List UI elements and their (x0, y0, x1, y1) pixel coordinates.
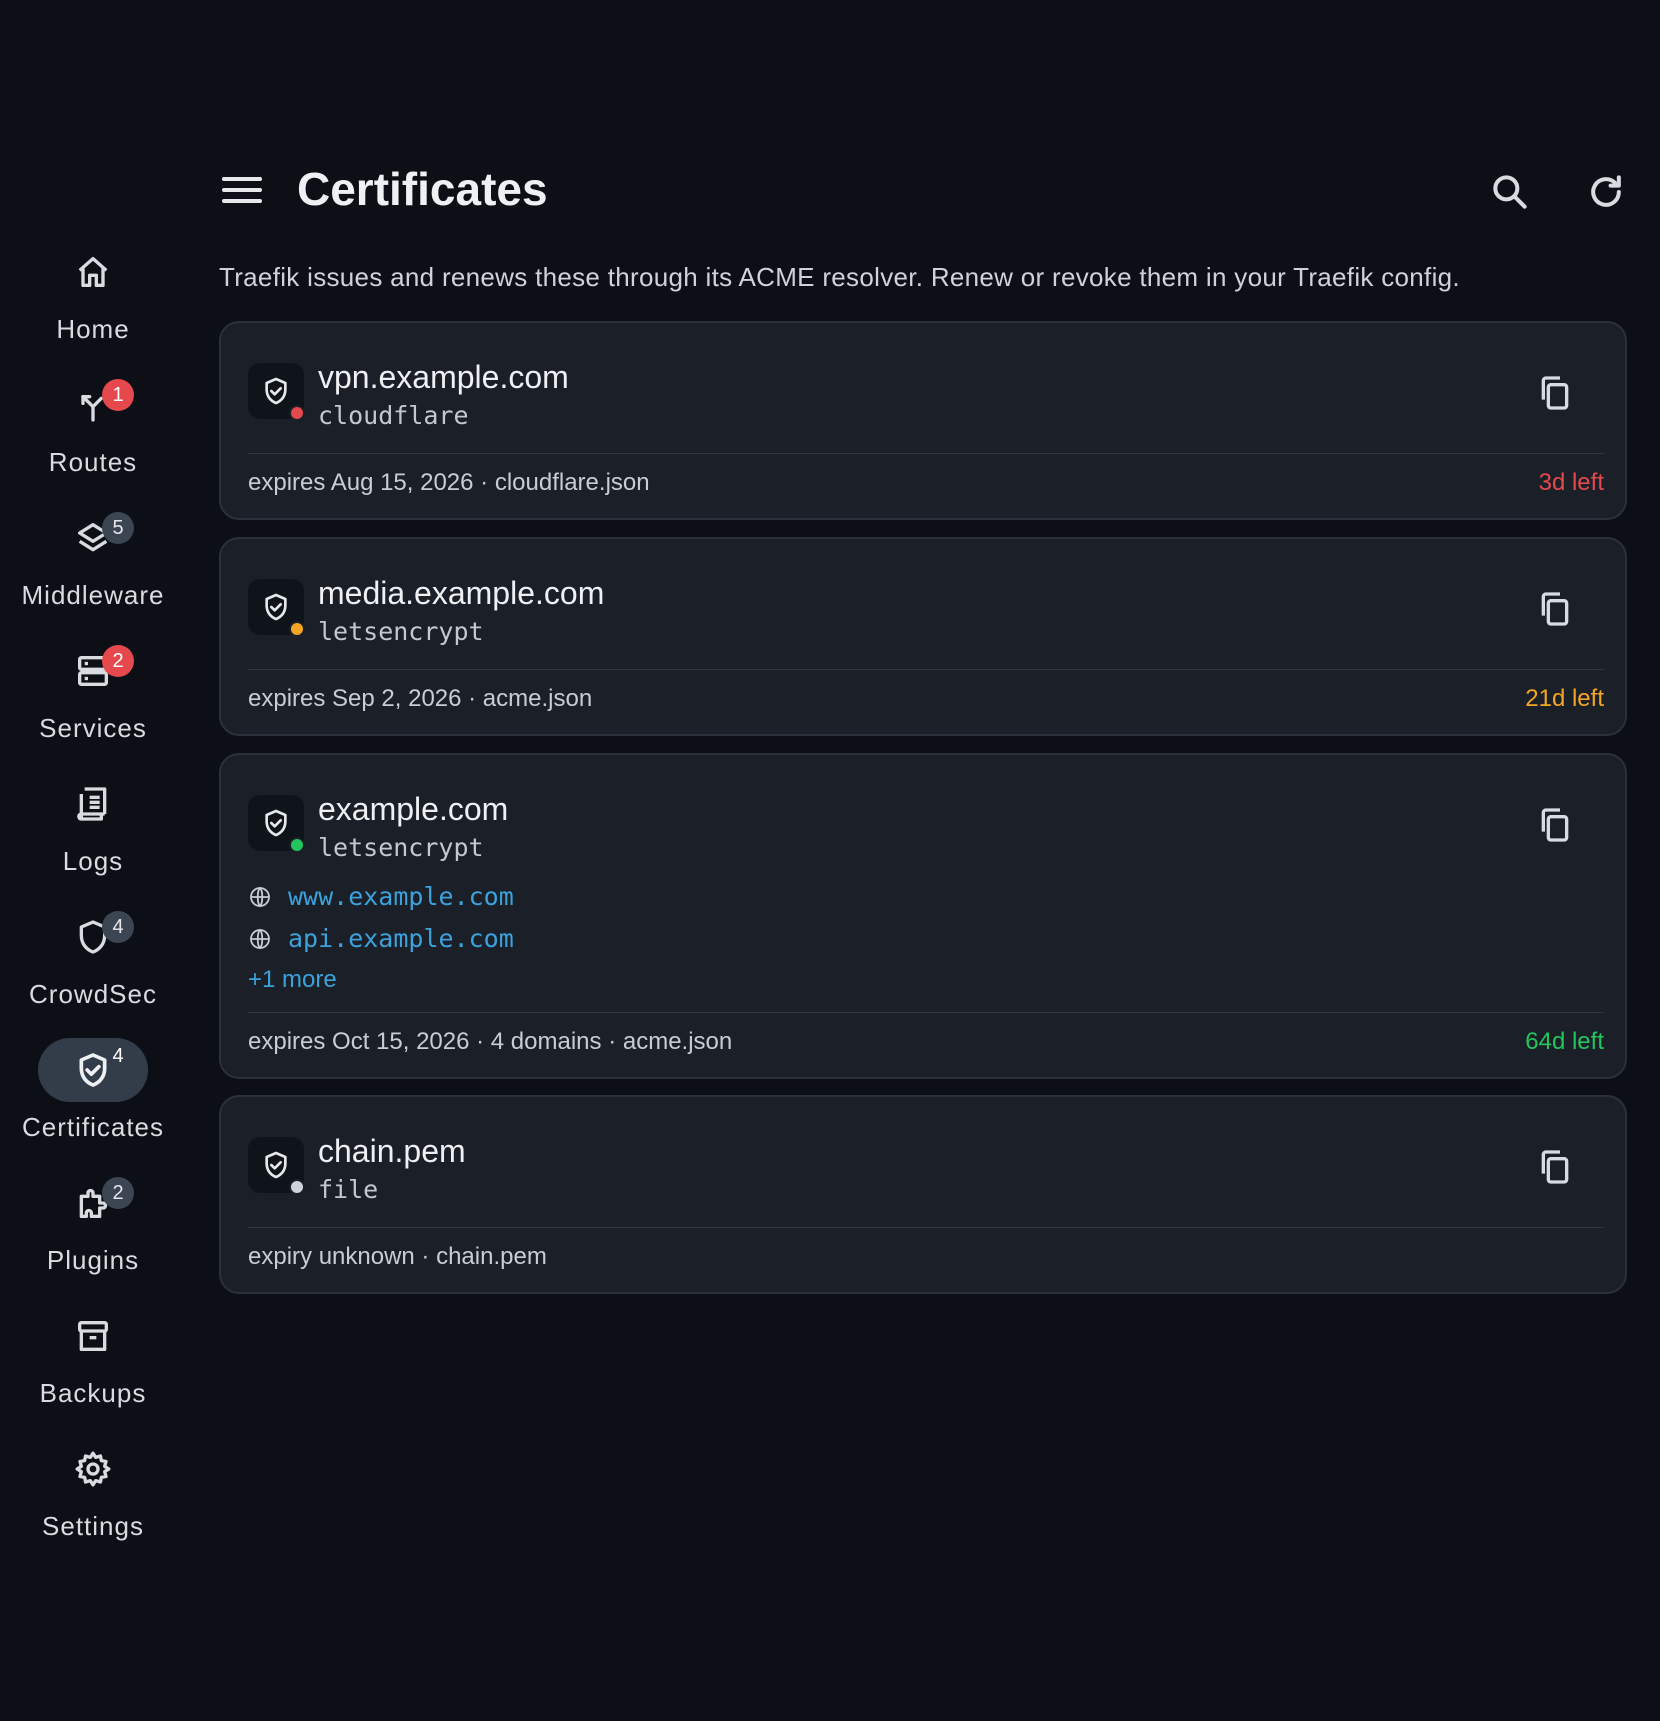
certificate-shield-icon (265, 809, 287, 837)
sidebar-item-middleware[interactable]: 5 Middleware (0, 506, 186, 639)
services-count-badge: 2 (102, 645, 134, 677)
san-domain-link[interactable]: api.example.com (288, 924, 514, 953)
refresh-button[interactable] (1584, 170, 1628, 214)
sidebar-item-certificates[interactable]: 4 Certificates (0, 1038, 186, 1171)
archive-icon (78, 1321, 108, 1351)
sidebar-item-routes[interactable]: 1 Routes (0, 373, 186, 506)
san-row: api.example.com (248, 924, 514, 953)
status-dot (289, 621, 305, 637)
search-icon (1493, 175, 1527, 209)
refresh-icon (1591, 175, 1621, 207)
certificate-resolver: file (318, 1175, 379, 1204)
copy-button[interactable] (1535, 589, 1575, 629)
certificate-card: media.example.com letsencrypt expires Se… (219, 537, 1627, 736)
certificate-expiry-info: expires Sep 2, 2026 · acme.json (248, 685, 593, 712)
certificate-name: example.com (318, 791, 509, 827)
routes-count-badge: 1 (102, 379, 134, 411)
card-divider (248, 1012, 1604, 1013)
copy-button[interactable] (1535, 805, 1575, 845)
certificate-expiry-info: expires Oct 15, 2026 · 4 domains · acme.… (248, 1028, 733, 1055)
san-domain-link[interactable]: www.example.com (288, 882, 514, 911)
copy-icon (1541, 376, 1569, 410)
status-dot (289, 837, 305, 853)
copy-icon (1541, 592, 1569, 626)
card-divider (248, 453, 1604, 454)
certificate-resolver: cloudflare (318, 401, 469, 430)
sidebar-item-label: Settings (42, 1511, 144, 1541)
sidebar-item-backups[interactable]: Backups (0, 1304, 186, 1437)
search-button[interactable] (1488, 170, 1532, 214)
certificate-shield-icon (265, 377, 287, 405)
gear-icon (75, 1451, 111, 1487)
status-dot (289, 1179, 305, 1195)
certificate-expiry-info: expires Aug 15, 2026 · cloudflare.json (248, 469, 650, 496)
crowdsec-count-badge: 4 (102, 911, 134, 943)
copy-icon (1541, 1150, 1569, 1184)
sidebar-item-label: Middleware (21, 580, 165, 610)
sidebar-item-plugins[interactable]: 2 Plugins (0, 1171, 186, 1304)
logs-icon (77, 787, 107, 821)
certificate-card: chain.pem file expiry unknown · chain.pe… (219, 1095, 1627, 1294)
more-domains-link[interactable]: +1 more (248, 966, 337, 994)
san-row: www.example.com (248, 882, 514, 911)
certificate-card: vpn.example.com cloudflare expires Aug 1… (219, 321, 1627, 520)
sidebar-item-logs[interactable]: Logs (0, 772, 186, 905)
hamburger-menu-icon (222, 177, 262, 203)
sidebar-item-label: Logs (62, 846, 124, 876)
certificate-name: chain.pem (318, 1133, 466, 1169)
globe-icon (250, 886, 270, 907)
page-description: Traefik issues and renews these through … (219, 262, 1460, 292)
menu-button[interactable] (220, 172, 264, 208)
certificate-shield-icon (265, 1151, 287, 1179)
copy-button[interactable] (1535, 1147, 1575, 1187)
middleware-count-badge: 5 (102, 512, 134, 544)
sidebar-item-label: Routes (48, 447, 138, 477)
certificate-name: vpn.example.com (318, 359, 569, 395)
home-icon (78, 257, 108, 287)
sidebar-item-label: CrowdSec (29, 979, 157, 1009)
certificate-resolver: letsencrypt (318, 617, 484, 646)
certificates-count-badge: 4 (112, 1044, 124, 1067)
card-divider (248, 669, 1604, 670)
status-dot (289, 405, 305, 421)
sidebar-item-label: Certificates (21, 1112, 165, 1142)
certificate-card: example.com letsencrypt www.example.com … (219, 753, 1627, 1079)
card-divider (248, 1227, 1604, 1228)
days-left-label: 3d left (1538, 469, 1604, 496)
sidebar-item-settings[interactable]: Settings (0, 1437, 186, 1570)
sidebar-item-crowdsec[interactable]: 4 CrowdSec (0, 905, 186, 1038)
globe-icon (250, 928, 270, 949)
certificate-name: media.example.com (318, 575, 605, 611)
copy-button[interactable] (1535, 373, 1575, 413)
plugins-count-badge: 2 (102, 1177, 134, 1209)
sidebar-item-home[interactable]: Home (0, 240, 186, 373)
certificate-expiry-info: expiry unknown · chain.pem (248, 1243, 547, 1270)
days-left-label: 64d left (1525, 1028, 1604, 1055)
certificate-shield-icon (265, 593, 287, 621)
sidebar-item-services[interactable]: 2 Services (0, 639, 186, 772)
copy-icon (1541, 808, 1569, 842)
sidebar-item-label: Services (39, 713, 147, 743)
page-title: Certificates (297, 163, 548, 215)
sidebar-item-label: Home (56, 314, 130, 344)
days-left-label: 21d left (1525, 685, 1604, 712)
sidebar-item-label: Plugins (46, 1245, 140, 1275)
sidebar-item-label: Backups (39, 1378, 147, 1408)
sidebar: Home 1 Routes 5 Middleware 2 Services Lo… (0, 240, 186, 1570)
certificate-resolver: letsencrypt (318, 833, 484, 862)
